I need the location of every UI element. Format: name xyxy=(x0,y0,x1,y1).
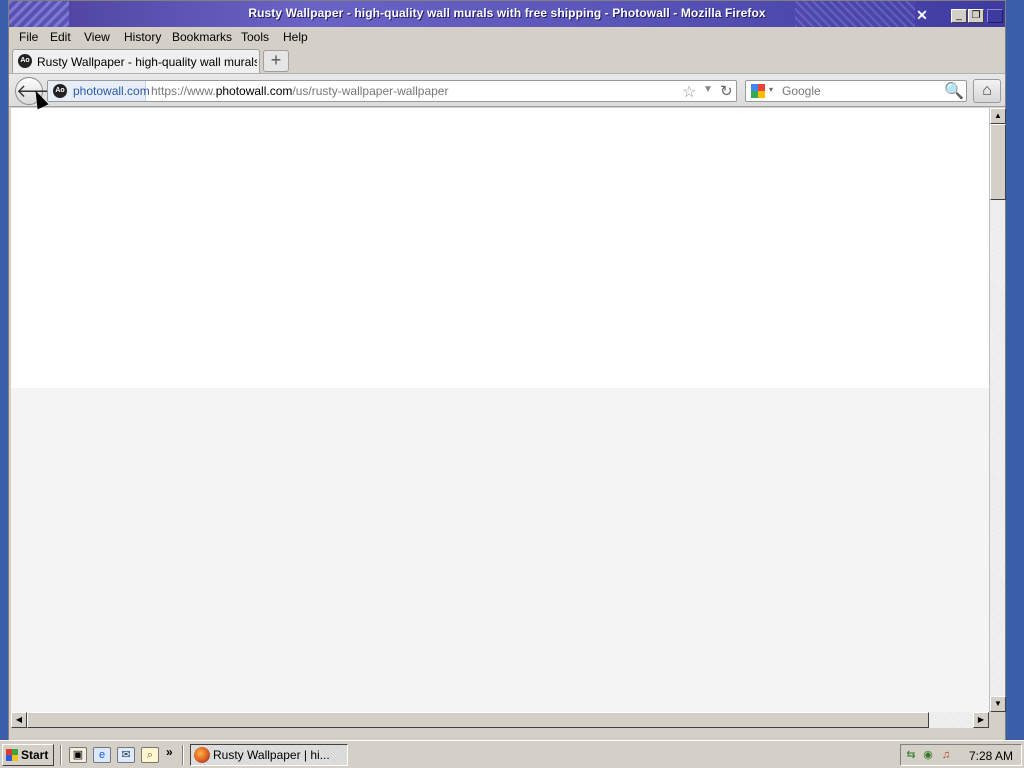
navigation-toolbar: 🡐 Ao photowall.com https://www.photowall… xyxy=(9,73,1005,107)
search-input[interactable]: Google xyxy=(782,84,821,98)
menu-history[interactable]: History xyxy=(124,30,161,44)
internet-explorer-icon[interactable]: e xyxy=(93,747,111,763)
quicklaunch-chevron-icon[interactable]: » xyxy=(166,745,173,759)
vertical-scroll-thumb[interactable] xyxy=(990,124,1006,200)
windows-logo-icon xyxy=(6,749,18,761)
history-dropmarker-icon[interactable]: ▼ xyxy=(703,84,713,95)
menu-help[interactable]: Help xyxy=(283,30,308,44)
start-button[interactable]: Start xyxy=(2,744,54,766)
url-text[interactable]: https://www.photowall.com/us/rusty-wallp… xyxy=(151,84,448,98)
scroll-right-button[interactable]: ▶ xyxy=(973,712,989,728)
start-label: Start xyxy=(21,748,49,762)
scroll-left-button[interactable]: ◀ xyxy=(11,712,27,728)
home-button[interactable]: ⌂ xyxy=(973,79,1001,103)
search-bar[interactable]: ▾ Google 🔍 xyxy=(745,80,967,102)
close-icon[interactable]: ✕ xyxy=(913,7,931,23)
menu-bookmarks[interactable]: Bookmarks xyxy=(172,30,232,44)
taskbar: Start ▣ e ✉ ⌕ » Rusty Wallpaper | hi... … xyxy=(0,740,1024,768)
desktop-background xyxy=(0,0,8,740)
reload-icon[interactable]: ↻ xyxy=(720,82,733,100)
vertical-scrollbar[interactable]: ▲ ▼ xyxy=(989,108,1006,712)
scroll-down-button[interactable]: ▼ xyxy=(990,696,1006,712)
menu-tools[interactable]: Tools xyxy=(241,30,269,44)
tab-strip: Ao Rusty Wallpaper - high-quality wall m… xyxy=(9,47,1005,73)
taskbar-firefox-button[interactable]: Rusty Wallpaper | hi... xyxy=(190,744,348,766)
url-domain: photowall.com xyxy=(215,84,293,98)
horizontal-scroll-thumb[interactable] xyxy=(27,712,929,728)
taskbar-separator xyxy=(182,745,184,765)
tab-label: Rusty Wallpaper - high-quality wall mura… xyxy=(37,55,257,69)
menu-view[interactable]: View xyxy=(84,30,110,44)
desktop-icon[interactable]: ▣ xyxy=(69,747,87,763)
status-bar xyxy=(9,728,1005,740)
page-header-area xyxy=(11,108,989,388)
menubar: File Edit View History Bookmarks Tools H… xyxy=(9,27,1005,47)
restore-button[interactable]: ❐ xyxy=(968,9,984,23)
horizontal-scrollbar[interactable]: ◀ ▶ xyxy=(11,712,989,728)
minimize-button[interactable]: _ xyxy=(951,9,967,23)
site-identity-icon: Ao xyxy=(53,84,67,98)
volume-icon[interactable]: ♫ xyxy=(939,748,953,762)
tab-active[interactable]: Ao Rusty Wallpaper - high-quality wall m… xyxy=(12,49,260,73)
taskbar-separator xyxy=(60,745,62,765)
taskbar-firefox-label: Rusty Wallpaper | hi... xyxy=(213,748,330,762)
network-icon[interactable]: ⇆ xyxy=(904,748,918,762)
new-tab-button[interactable]: + xyxy=(263,50,289,72)
url-prefix: https://www. xyxy=(151,84,216,98)
menu-file[interactable]: File xyxy=(19,30,38,44)
desktop-background xyxy=(1006,0,1024,740)
taskbar-clock[interactable]: 7:28 AM xyxy=(969,749,1013,763)
site-identity-label: photowall.com xyxy=(73,84,150,98)
outlook-express-icon[interactable]: ✉ xyxy=(117,747,135,763)
google-search-engine-icon[interactable] xyxy=(751,84,765,98)
search-icon[interactable]: ⌕ xyxy=(141,747,159,763)
bookmark-star-icon[interactable]: ☆ xyxy=(682,82,696,102)
browser-window: Rusty Wallpaper - high-quality wall mura… xyxy=(8,0,1006,740)
scroll-up-button[interactable]: ▲ xyxy=(990,108,1006,124)
window-title: Rusty Wallpaper - high-quality wall mura… xyxy=(248,6,766,20)
window-extra-button[interactable] xyxy=(987,9,1003,23)
window-titlebar[interactable]: Rusty Wallpaper - high-quality wall mura… xyxy=(9,1,1005,27)
system-tray: ⇆ ◉ ♫ 7:28 AM xyxy=(900,744,1022,766)
firefox-icon xyxy=(194,747,210,763)
site-identity-button[interactable]: Ao photowall.com xyxy=(48,81,150,101)
chevron-down-icon[interactable]: ▾ xyxy=(769,85,773,94)
url-bar[interactable]: Ao photowall.com https://www.photowall.c… xyxy=(47,80,737,102)
site-favicon-icon: Ao xyxy=(18,54,32,68)
search-icon[interactable]: 🔍 xyxy=(944,81,964,101)
menu-edit[interactable]: Edit xyxy=(50,30,71,44)
security-icon[interactable]: ◉ xyxy=(921,748,935,762)
url-path: /us/rusty-wallpaper-wallpaper xyxy=(292,84,449,98)
page-content[interactable] xyxy=(11,108,989,712)
